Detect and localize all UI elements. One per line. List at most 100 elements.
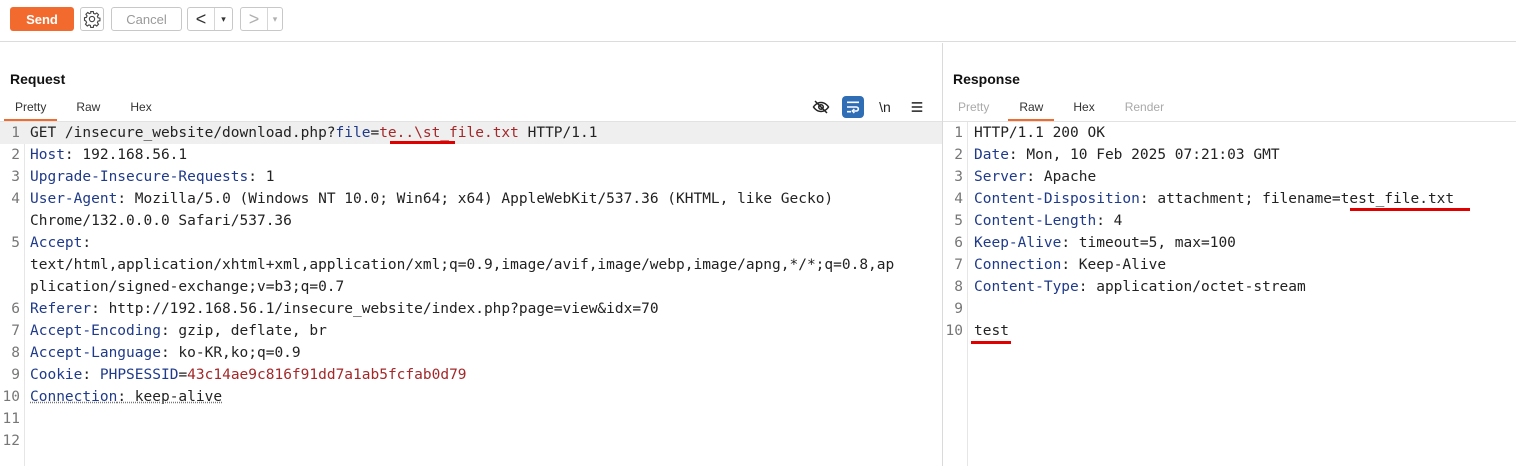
code-token: Keep-Alive <box>974 235 1062 251</box>
response-line[interactable]: 10 test <box>943 320 1516 342</box>
hide-icon[interactable] <box>810 96 832 118</box>
line-number: 1 <box>954 125 963 141</box>
request-tab-pretty[interactable]: Pretty <box>0 97 61 121</box>
line-text: Accept-Encoding: gzip, deflate, br <box>25 320 327 342</box>
newline-icon[interactable]: \n <box>874 96 896 118</box>
menu-icon[interactable] <box>906 96 928 118</box>
cancel-button[interactable]: Cancel <box>111 7 182 31</box>
settings-button[interactable] <box>80 7 104 31</box>
response-tab-render[interactable]: Render <box>1110 97 1179 121</box>
line-text: Upgrade-Insecure-Requests: 1 <box>25 166 274 188</box>
line-number: 5 <box>954 213 963 229</box>
back-dropdown-icon[interactable]: ▾ <box>214 8 232 30</box>
code-token: : attachment; filename=test_file.txt <box>1139 191 1455 207</box>
line-text: HTTP/1.1 200 OK <box>968 122 1105 144</box>
request-line[interactable]: 9 Cookie: PHPSESSID=43c14ae9c816f91dd7a1a… <box>0 364 942 386</box>
back-nav-group: < ▾ <box>187 7 233 31</box>
code-token: : Mozilla/5.0 (Windows NT 10.0; Win64; x… <box>30 191 834 229</box>
request-code[interactable]: 1 GET /insecure_website/download.php?file… <box>0 122 942 452</box>
code-token: 43c14ae9c816f91dd7a1ab5fcfab0d79 <box>187 367 467 383</box>
request-line[interactable]: 3 Upgrade-Insecure-Requests: 1 <box>0 166 942 188</box>
code-token: HTTP/1.1 <box>518 125 598 141</box>
line-number: 3 <box>954 169 963 185</box>
request-line[interactable]: 8 Accept-Language: ko-KR,ko;q=0.9 <box>0 342 942 364</box>
code-token: GET /insecure_website/download.php? <box>30 125 336 141</box>
request-line[interactable]: 5 Accept: text/html,application/xhtml+xml… <box>0 232 942 298</box>
code-token: Content-Length <box>974 213 1097 229</box>
code-token: Content-Disposition <box>974 191 1140 207</box>
line-number: 9 <box>954 301 963 317</box>
code-token: test <box>974 323 1009 339</box>
line-text: Content-Length: 4 <box>968 210 1122 232</box>
response-line[interactable]: 4 Content-Disposition: attachment; filena… <box>943 188 1516 210</box>
line-text: Content-Disposition: attachment; filenam… <box>968 188 1454 210</box>
response-line[interactable]: 2 Date: Mon, 10 Feb 2025 07:21:03 GMT <box>943 144 1516 166</box>
line-text: User-Agent: Mozilla/5.0 (Windows NT 10.0… <box>25 188 833 232</box>
response-tab-pretty[interactable]: Pretty <box>943 97 1004 121</box>
response-line[interactable]: 7 Connection: Keep-Alive <box>943 254 1516 276</box>
response-line[interactable]: 1 HTTP/1.1 200 OK <box>943 122 1516 144</box>
response-line[interactable]: 6 Keep-Alive: timeout=5, max=100 <box>943 232 1516 254</box>
send-button[interactable]: Send <box>10 7 74 31</box>
request-line[interactable]: 11 <box>0 408 942 430</box>
response-line[interactable]: 9 <box>943 298 1516 320</box>
code-token: : timeout=5, max=100 <box>1061 235 1236 251</box>
response-line[interactable]: 5 Content-Length: 4 <box>943 210 1516 232</box>
code-token: : Keep-Alive <box>1061 257 1167 273</box>
code-token: = <box>370 125 380 141</box>
code-token: Accept <box>30 235 83 251</box>
wrap-lines-icon[interactable] <box>842 96 864 118</box>
line-text: test <box>968 320 1009 342</box>
code-token: : Apache <box>1026 169 1097 185</box>
line-text: Content-Type: application/octet-stream <box>968 276 1306 298</box>
response-tabs: Pretty Raw Hex Render <box>943 97 1179 121</box>
request-line[interactable]: 10 Connection: keep-alive <box>0 386 942 408</box>
line-number: 5 <box>11 235 20 251</box>
code-token: Content-Type <box>974 279 1079 295</box>
line-text: Date: Mon, 10 Feb 2025 07:21:03 GMT <box>968 144 1280 166</box>
request-line[interactable]: 4 User-Agent: Mozilla/5.0 (Windows NT 10.… <box>0 188 942 232</box>
line-text <box>25 430 30 452</box>
line-number: 11 <box>2 411 20 427</box>
code-token: : Mon, 10 Feb 2025 07:21:03 GMT <box>1008 147 1280 163</box>
line-text: GET /insecure_website/download.php?file=… <box>25 122 597 144</box>
request-line[interactable]: 2 Host: 192.168.56.1 <box>0 144 942 166</box>
line-text: Referer: http://192.168.56.1/insecure_we… <box>25 298 659 320</box>
request-line[interactable]: 12 <box>0 430 942 452</box>
code-token: : 4 <box>1096 213 1123 229</box>
response-editor[interactable]: 1 HTTP/1.1 200 OK 2 Date: Mon, 10 Feb 2025 … <box>943 122 1516 466</box>
response-panel: Response Pretty Raw Hex Render 1 HTTP/1.1… <box>943 43 1516 466</box>
request-line[interactable]: 1 GET /insecure_website/download.php?file… <box>0 122 942 144</box>
line-text <box>25 408 30 430</box>
request-tab-hex[interactable]: Hex <box>115 97 166 121</box>
request-editor-tools: \n <box>810 96 928 118</box>
forward-dropdown-icon[interactable]: ▾ <box>267 8 282 30</box>
code-token: Accept-Language <box>30 345 161 361</box>
forward-button[interactable]: > <box>241 8 267 30</box>
line-number: 6 <box>11 301 20 317</box>
request-tab-raw[interactable]: Raw <box>61 97 115 121</box>
code-token: Cookie <box>30 367 83 383</box>
code-token: Server <box>974 169 1027 185</box>
response-line[interactable]: 8 Content-Type: application/octet-stream <box>943 276 1516 298</box>
response-line[interactable]: 3 Server: Apache <box>943 166 1516 188</box>
response-code[interactable]: 1 HTTP/1.1 200 OK 2 Date: Mon, 10 Feb 2025 … <box>943 122 1516 342</box>
gear-icon <box>83 10 101 28</box>
response-tab-raw[interactable]: Raw <box>1004 97 1058 121</box>
request-editor[interactable]: 1 GET /insecure_website/download.php?file… <box>0 122 942 466</box>
line-text: Host: 192.168.56.1 <box>25 144 187 166</box>
line-number: 4 <box>11 191 20 207</box>
code-token: : http://192.168.56.1/insecure_website/i… <box>91 301 659 317</box>
request-line[interactable]: 6 Referer: http://192.168.56.1/insecure_w… <box>0 298 942 320</box>
code-token: Date <box>974 147 1009 163</box>
back-button[interactable]: < <box>188 8 214 30</box>
code-token: = <box>178 367 188 383</box>
code-token: : keep-alive <box>117 389 223 405</box>
response-tab-hex[interactable]: Hex <box>1058 97 1109 121</box>
line-number: 7 <box>11 323 20 339</box>
response-filename-underline <box>1350 208 1470 211</box>
code-token: : text/html,application/xhtml+xml,applic… <box>30 235 895 295</box>
line-text: Server: Apache <box>968 166 1096 188</box>
code-token: : 1 <box>248 169 275 185</box>
request-line[interactable]: 7 Accept-Encoding: gzip, deflate, br <box>0 320 942 342</box>
